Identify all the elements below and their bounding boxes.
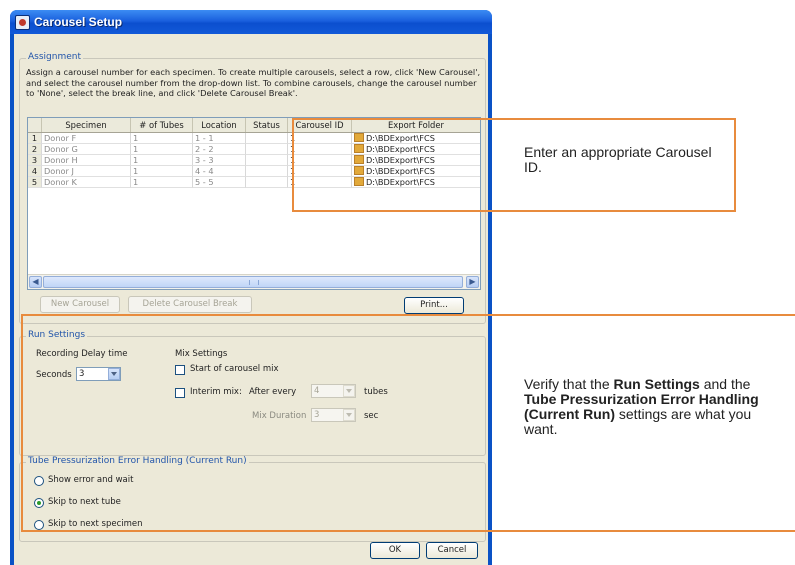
specimen-cell[interactable]: Donor F — [42, 133, 131, 144]
ok-button[interactable]: OK — [370, 542, 420, 559]
tubes-cell[interactable]: 1 — [131, 177, 193, 188]
col-header-status[interactable]: Status — [246, 118, 288, 132]
status-cell — [246, 144, 288, 155]
status-cell — [246, 133, 288, 144]
status-cell — [246, 177, 288, 188]
assignment-legend: Assignment — [26, 52, 83, 62]
assignment-description: Assign a carousel number for each specim… — [26, 67, 481, 99]
cancel-button[interactable]: Cancel — [426, 542, 478, 559]
scroll-left-icon[interactable]: ◀ — [29, 276, 42, 288]
location-cell[interactable]: 4 - 4 — [193, 166, 246, 177]
row-index: 1 — [28, 133, 42, 144]
col-header-tubes[interactable]: # of Tubes — [131, 118, 193, 132]
row-index: 3 — [28, 155, 42, 166]
location-cell[interactable]: 2 - 2 — [193, 144, 246, 155]
scroll-thumb[interactable] — [43, 276, 463, 288]
horizontal-scrollbar[interactable]: ◀ ▶ — [28, 274, 480, 289]
print-button[interactable]: Print... — [404, 297, 464, 314]
specimen-cell[interactable]: Donor G — [42, 144, 131, 155]
delete-carousel-break-button[interactable]: Delete Carousel Break — [128, 296, 252, 313]
verify-pre: Verify that the — [524, 376, 614, 392]
location-cell[interactable]: 1 - 1 — [193, 133, 246, 144]
specimen-cell[interactable]: Donor H — [42, 155, 131, 166]
col-header-index — [28, 118, 42, 132]
col-header-specimen[interactable]: Specimen — [42, 118, 131, 132]
row-index: 5 — [28, 177, 42, 188]
verify-mid: and the — [699, 376, 751, 392]
col-header-location[interactable]: Location — [193, 118, 246, 132]
scroll-right-icon[interactable]: ▶ — [466, 276, 479, 288]
tubes-cell[interactable]: 1 — [131, 155, 193, 166]
settings-callout-text: Verify that the Run Settings and the Tub… — [524, 377, 786, 437]
title-bar[interactable]: Carousel Setup — [10, 10, 492, 34]
app-icon — [15, 15, 30, 30]
specimen-cell[interactable]: Donor J — [42, 166, 131, 177]
new-carousel-button[interactable]: New Carousel — [40, 296, 120, 313]
tubes-cell[interactable]: 1 — [131, 166, 193, 177]
specimen-cell[interactable]: Donor K — [42, 177, 131, 188]
window-title: Carousel Setup — [34, 15, 123, 29]
row-index: 4 — [28, 166, 42, 177]
location-cell[interactable]: 3 - 3 — [193, 155, 246, 166]
tubes-cell[interactable]: 1 — [131, 133, 193, 144]
status-cell — [246, 166, 288, 177]
carousel-id-callout-text: Enter an appropriate Carousel ID. — [524, 144, 712, 175]
location-cell[interactable]: 5 - 5 — [193, 177, 246, 188]
status-cell — [246, 155, 288, 166]
row-index: 2 — [28, 144, 42, 155]
grip-icon — [249, 280, 259, 285]
verify-run-settings: Run Settings — [613, 376, 700, 392]
tubes-cell[interactable]: 1 — [131, 144, 193, 155]
